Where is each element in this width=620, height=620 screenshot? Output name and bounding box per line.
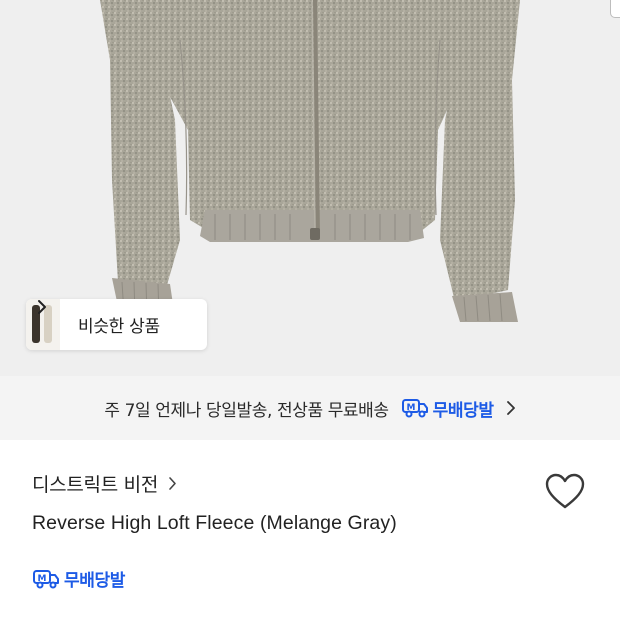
chevron-right-icon: [38, 300, 46, 314]
free-shipping-badge: M 무배당발: [401, 396, 494, 421]
shipping-banner[interactable]: 주 7일 언제나 당일발송, 전상품 무료배송 M 무배당발: [0, 376, 620, 440]
shipping-banner-text: 주 7일 언제나 당일발송, 전상품 무료배송: [104, 400, 389, 421]
product-image-area[interactable]: 비슷한 상품: [0, 0, 620, 376]
brand-link[interactable]: 디스트릭트 비전: [32, 470, 177, 497]
free-shipping-label: 무배당발: [64, 571, 125, 591]
scroll-indicator: [610, 0, 620, 18]
heart-outline-icon: [545, 473, 585, 509]
chevron-right-icon: [506, 401, 515, 415]
similar-products-button[interactable]: 비슷한 상품: [26, 299, 207, 350]
product-title: Reverse High Loft Fleece (Melange Gray): [32, 512, 397, 534]
delivery-truck-icon: M: [401, 399, 428, 418]
svg-text:M: M: [38, 574, 47, 584]
wishlist-button[interactable]: [544, 472, 586, 512]
brand-name: 디스트릭트 비전: [32, 474, 159, 496]
delivery-truck-icon: M: [33, 569, 59, 588]
free-shipping-badge-label: 무배당발: [432, 400, 494, 421]
chevron-right-icon: [169, 477, 176, 490]
similar-products-label: 비슷한 상품: [78, 317, 160, 337]
free-shipping-tag: M 무배당발: [32, 566, 125, 591]
svg-text:M: M: [406, 403, 415, 413]
